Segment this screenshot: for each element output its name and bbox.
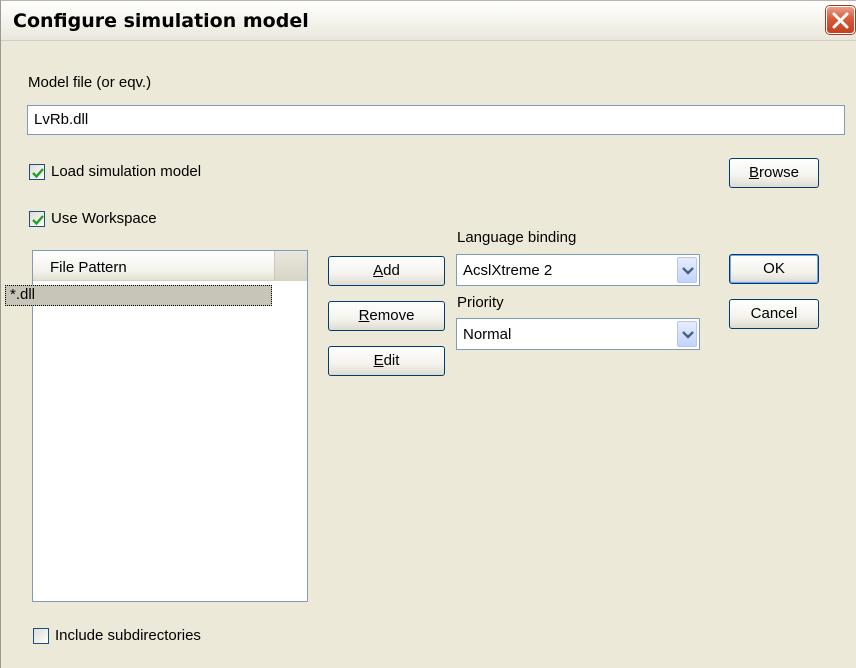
chevron-down-icon bbox=[682, 267, 694, 275]
use-workspace-label: Use Workspace bbox=[51, 210, 157, 227]
model-file-input[interactable]: LvRb.dll bbox=[27, 105, 845, 135]
configure-dialog: Configure simulation model Model file (o… bbox=[0, 0, 856, 668]
list-header: File Pattern bbox=[33, 251, 307, 281]
priority-value: Normal bbox=[463, 326, 512, 343]
use-workspace-checkbox[interactable] bbox=[29, 210, 45, 227]
language-binding-select[interactable]: AcslXtreme 2 bbox=[456, 254, 700, 286]
add-button[interactable]: Add bbox=[328, 256, 445, 286]
column-header-filler bbox=[275, 251, 307, 281]
model-file-label: Model file (or eqv.) bbox=[28, 74, 152, 91]
priority-dropdown-button[interactable] bbox=[677, 321, 697, 347]
browse-button[interactable]: Browse bbox=[729, 158, 819, 188]
window-title: Configure simulation model bbox=[13, 10, 309, 32]
include-subdirs-checkbox[interactable] bbox=[33, 627, 49, 644]
list-item[interactable]: *.dll bbox=[5, 285, 272, 306]
close-button[interactable] bbox=[826, 6, 855, 34]
priority-label: Priority bbox=[457, 294, 504, 311]
language-binding-dropdown-button[interactable] bbox=[677, 257, 697, 283]
remove-button[interactable]: Remove bbox=[328, 301, 445, 331]
load-model-checkbox-row[interactable]: Load simulation model bbox=[29, 163, 201, 180]
cancel-button[interactable]: Cancel bbox=[729, 299, 819, 329]
ok-button[interactable]: OK bbox=[729, 254, 819, 284]
include-subdirs-label: Include subdirectories bbox=[55, 627, 201, 644]
column-header-file-pattern[interactable]: File Pattern bbox=[33, 251, 275, 281]
edit-button[interactable]: Edit bbox=[328, 346, 445, 376]
checkmark-icon bbox=[32, 167, 44, 178]
load-model-label: Load simulation model bbox=[51, 163, 202, 180]
checkmark-icon bbox=[32, 214, 44, 225]
use-workspace-checkbox-row[interactable]: Use Workspace bbox=[29, 210, 157, 227]
language-binding-label: Language binding bbox=[457, 229, 577, 246]
priority-select[interactable]: Normal bbox=[456, 318, 700, 350]
load-model-checkbox[interactable] bbox=[29, 163, 45, 180]
chevron-down-icon bbox=[682, 331, 694, 339]
title-bar[interactable]: Configure simulation model bbox=[1, 1, 856, 41]
language-binding-value: AcslXtreme 2 bbox=[463, 262, 553, 279]
include-subdirs-checkbox-row[interactable]: Include subdirectories bbox=[33, 627, 201, 644]
